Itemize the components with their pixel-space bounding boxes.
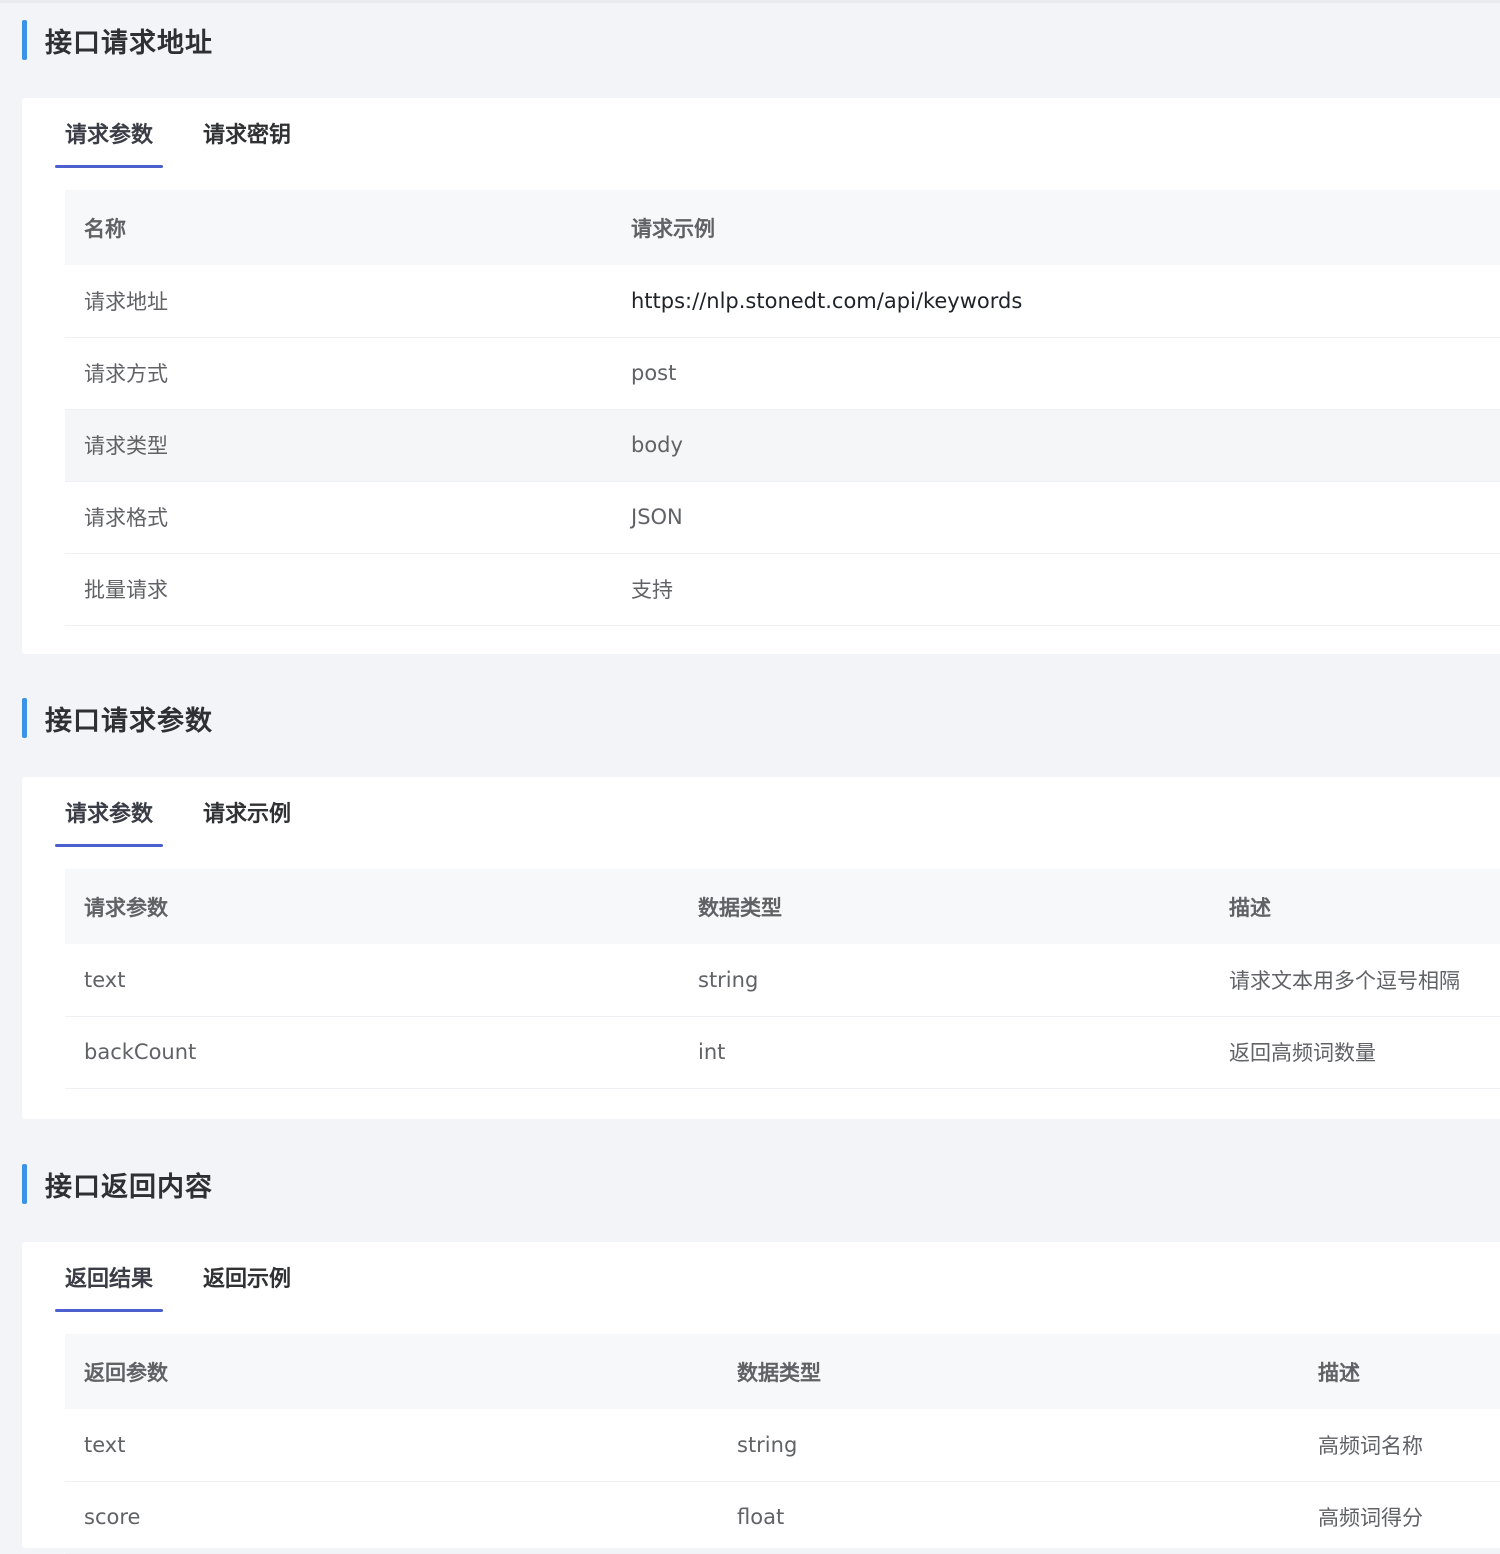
column-header: 描述 — [1210, 869, 1500, 944]
tab-request-params[interactable]: 请求参数 — [55, 98, 163, 168]
cell-param: text — [65, 1409, 718, 1482]
request-params-table: 请求参数 数据类型 描述 text string 请求文本用多个逗号相隔 bac… — [65, 869, 1500, 1089]
table-header-row: 返回参数 数据类型 描述 — [65, 1334, 1500, 1409]
section-title-text: 接口请求地址 — [45, 27, 213, 59]
table-row: 请求地址 https://nlp.stonedt.com/api/keyword… — [65, 265, 1500, 338]
tab-bar: 请求参数 请求示例 — [55, 777, 301, 847]
cell-value: JSON — [612, 481, 1500, 554]
cell-type: string — [718, 1409, 1299, 1482]
column-header: 返回参数 — [65, 1334, 718, 1409]
tab-response-example[interactable]: 返回示例 — [193, 1242, 301, 1312]
table-row: text string 请求文本用多个逗号相隔 — [65, 944, 1500, 1017]
cell-value: post — [612, 337, 1500, 410]
tab-request-params[interactable]: 请求参数 — [55, 777, 163, 847]
section-title-request-address: 接口请求地址 — [22, 20, 622, 60]
cell-name: 请求类型 — [65, 409, 612, 482]
table-row: 请求类型 body — [65, 409, 1500, 482]
section-title-request-params: 接口请求参数 — [22, 698, 622, 738]
section-title-text: 接口请求参数 — [45, 705, 213, 737]
request-address-card: 请求参数 请求密钥 名称 请求示例 请求地址 https://nlp.stone… — [22, 98, 1500, 654]
section-title-text: 接口返回内容 — [45, 1171, 213, 1203]
cell-value: 支持 — [612, 553, 1500, 626]
cell-name: 批量请求 — [65, 553, 612, 626]
section-title-response: 接口返回内容 — [22, 1164, 622, 1204]
table-row: text string 高频词名称 — [65, 1409, 1500, 1482]
cell-name: 请求格式 — [65, 481, 612, 554]
column-header: 数据类型 — [679, 869, 1210, 944]
column-header: 描述 — [1299, 1334, 1500, 1409]
tab-response-result[interactable]: 返回结果 — [55, 1242, 163, 1312]
column-header: 名称 — [65, 190, 612, 265]
table-row: score float 高频词得分 — [65, 1481, 1500, 1554]
tab-request-key[interactable]: 请求密钥 — [193, 98, 301, 168]
column-header: 请求示例 — [612, 190, 1500, 265]
cell-name: 请求地址 — [65, 265, 612, 338]
table-row: 批量请求 支持 — [65, 553, 1500, 626]
cell-type: string — [679, 944, 1210, 1017]
top-divider — [0, 0, 1500, 3]
table-row: 请求方式 post — [65, 337, 1500, 410]
cell-value: body — [612, 409, 1500, 482]
cell-desc: 请求文本用多个逗号相隔 — [1210, 944, 1500, 1017]
section-accent-bar — [22, 698, 27, 738]
tab-bar: 返回结果 返回示例 — [55, 1242, 301, 1312]
response-table: 返回参数 数据类型 描述 text string 高频词名称 score flo… — [65, 1334, 1500, 1554]
request-params-card: 请求参数 请求示例 请求参数 数据类型 描述 text string 请求文本用… — [22, 777, 1500, 1119]
cell-name: 请求方式 — [65, 337, 612, 410]
table-header-row: 名称 请求示例 — [65, 190, 1500, 265]
cell-desc: 返回高频词数量 — [1210, 1016, 1500, 1089]
cell-type: float — [718, 1481, 1299, 1554]
table-row: backCount int 返回高频词数量 — [65, 1016, 1500, 1089]
cell-type: int — [679, 1016, 1210, 1089]
cell-param: backCount — [65, 1016, 679, 1089]
cell-desc: 高频词得分 — [1299, 1481, 1500, 1554]
response-card: 返回结果 返回示例 返回参数 数据类型 描述 text string 高频词名称… — [22, 1242, 1500, 1554]
cell-param: text — [65, 944, 679, 1017]
column-header: 数据类型 — [718, 1334, 1299, 1409]
cell-param: score — [65, 1481, 718, 1554]
tab-request-example[interactable]: 请求示例 — [193, 777, 301, 847]
column-header: 请求参数 — [65, 869, 679, 944]
request-address-table: 名称 请求示例 请求地址 https://nlp.stonedt.com/api… — [65, 190, 1500, 626]
table-header-row: 请求参数 数据类型 描述 — [65, 869, 1500, 944]
cell-desc: 高频词名称 — [1299, 1409, 1500, 1482]
section-accent-bar — [22, 20, 27, 60]
table-row: 请求格式 JSON — [65, 481, 1500, 554]
section-accent-bar — [22, 1164, 27, 1204]
tab-bar: 请求参数 请求密钥 — [55, 98, 301, 168]
cell-value: https://nlp.stonedt.com/api/keywords — [612, 265, 1500, 338]
